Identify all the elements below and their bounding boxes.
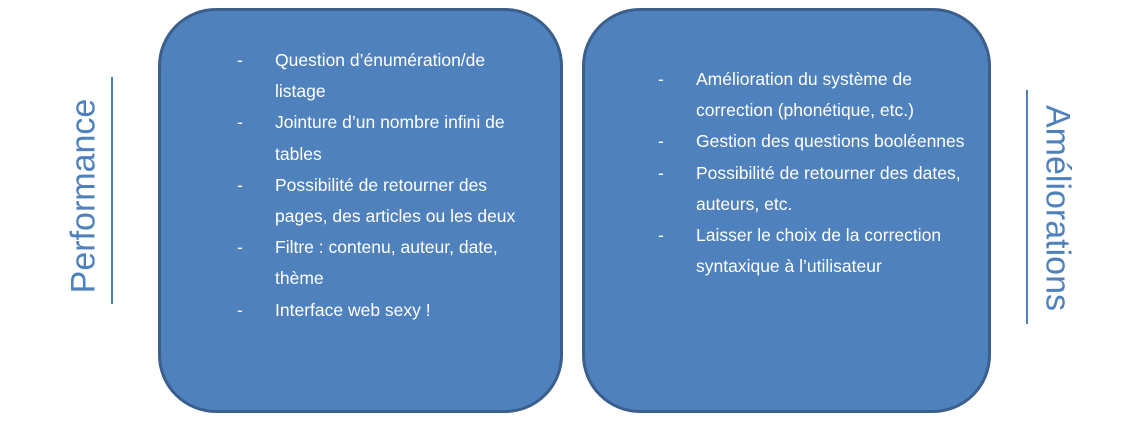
list-item-text: Jointure d’un nombre infini de tables xyxy=(275,112,505,164)
bullet-dash: - xyxy=(658,69,664,89)
list-item: - Amélioration du système de correction (… xyxy=(658,64,968,126)
bullet-dash: - xyxy=(237,299,243,320)
performance-panel: - Question d’énumération/de listage - Join… xyxy=(158,8,563,413)
ameliorations-list: - Amélioration du système de correction (… xyxy=(658,64,968,282)
list-item-text: Question d’énumération/de listage xyxy=(275,50,486,102)
performance-label: Performance xyxy=(64,98,103,294)
list-item-text: Interface web sexy ! xyxy=(275,299,431,320)
performance-list: - Question d’énumération/de listage - Join… xyxy=(237,45,537,326)
bullet-dash: - xyxy=(658,225,664,246)
list-item: - Possibilité de retourner des pages, des… xyxy=(237,170,537,232)
list-item: - Laisser le choix de la correction synta… xyxy=(658,220,968,282)
bullet-dash: - xyxy=(237,237,243,258)
bullet-dash: - xyxy=(658,131,664,152)
list-item: - Jointure d’un nombre infini de tables xyxy=(237,107,537,169)
list-item-text: Amélioration du système de correction (p… xyxy=(696,69,914,121)
list-item-text: Laisser le choix de la correction syntax… xyxy=(696,225,942,277)
list-item: - Interface web sexy ! xyxy=(237,295,537,326)
list-item: - Gestion des questions booléennes xyxy=(658,126,968,157)
bullet-dash: - xyxy=(237,50,243,70)
list-item: - Question d’énumération/de listage xyxy=(237,45,537,107)
performance-divider-line xyxy=(111,77,113,304)
list-item: - Filtre : contenu, auteur, date, thème xyxy=(237,232,537,294)
list-item: - Possibilité de retourner des dates, aut… xyxy=(658,158,968,220)
list-item-text: Possibilité de retourner des dates, aute… xyxy=(696,162,961,214)
list-item-text: Filtre : contenu, auteur, date, thème xyxy=(275,237,498,289)
bullet-dash: - xyxy=(237,112,243,133)
ameliorations-label: Améliorations xyxy=(1038,105,1077,311)
list-item-text: Gestion des questions booléennes xyxy=(696,131,965,152)
list-item-text: Possibilité de retourner des pages, des … xyxy=(275,174,516,227)
bullet-dash: - xyxy=(658,162,664,183)
ameliorations-divider-line xyxy=(1026,90,1028,324)
ameliorations-panel: - Amélioration du système de correction (… xyxy=(582,8,991,413)
bullet-dash: - xyxy=(237,174,243,195)
